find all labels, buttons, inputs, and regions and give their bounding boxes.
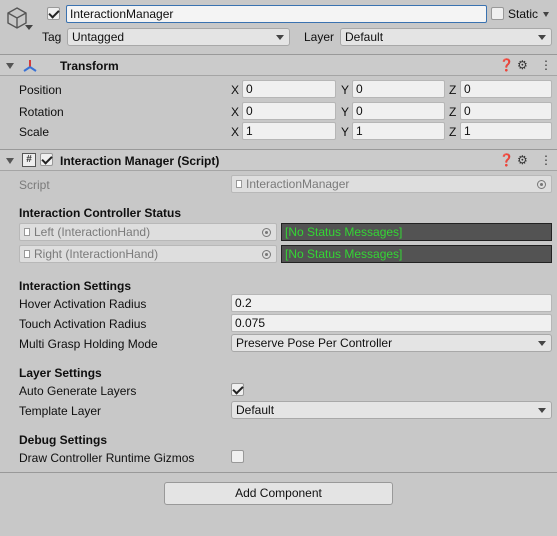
active-checkbox[interactable] (47, 7, 60, 20)
csharp-script-icon: # (22, 153, 36, 167)
row-label: Scale (19, 125, 50, 139)
scale-x-field[interactable]: 1 (242, 122, 336, 140)
script-enabled-checkbox[interactable] (40, 153, 53, 166)
rotation-x-field[interactable]: 0 (242, 102, 336, 120)
gizmos-checkbox[interactable] (231, 450, 244, 463)
template-layer-value: Default (236, 403, 275, 417)
tag-dropdown[interactable]: Untagged (67, 28, 290, 46)
row-label: Position (19, 83, 62, 97)
hover-radius-field[interactable]: 0.2 (231, 294, 552, 312)
axis-z-label[interactable]: Z (449, 125, 456, 139)
add-component-button[interactable]: Add Component (164, 482, 393, 505)
object-picker-icon[interactable] (537, 180, 546, 189)
touch-radius-field[interactable]: 0.075 (231, 314, 552, 332)
position-z-field[interactable]: 0 (460, 80, 552, 98)
layer-dropdown[interactable]: Default (340, 28, 552, 46)
rotation-y-field[interactable]: 0 (352, 102, 445, 120)
axis-y-label[interactable]: Y (341, 125, 349, 139)
left-controller-value: Left (InteractionHand) (34, 225, 151, 239)
chevron-down-icon (538, 408, 546, 413)
preset-sliders-icon[interactable]: ⚙ (517, 58, 528, 72)
right-status-box: [No Status Messages] (281, 245, 552, 263)
touch-radius-label: Touch Activation Radius (19, 317, 147, 331)
template-layer-label: Template Layer (19, 404, 102, 418)
script-label: Script (19, 178, 50, 192)
script-value: InteractionManager (246, 177, 350, 191)
icon-dropdown-arrow[interactable] (25, 25, 33, 30)
script-foldout-icon[interactable] (6, 158, 14, 164)
static-label[interactable]: Static (508, 7, 538, 21)
left-controller-field[interactable]: Left (InteractionHand) (19, 223, 277, 241)
component-separator (0, 472, 557, 473)
more-options-icon[interactable]: ⋮ (540, 153, 552, 167)
axis-x-label[interactable]: X (231, 83, 239, 97)
hover-radius-label: Hover Activation Radius (19, 297, 147, 311)
script-component-title: Interaction Manager (Script) (60, 154, 220, 168)
layer-settings-heading: Layer Settings (19, 366, 102, 380)
layer-value: Default (345, 30, 384, 44)
rotation-z-field[interactable]: 0 (460, 102, 552, 120)
help-icon[interactable]: ❓ (499, 153, 514, 167)
transform-foldout-icon[interactable] (6, 63, 14, 69)
axis-y-label[interactable]: Y (341, 105, 349, 119)
axis-z-label[interactable]: Z (449, 83, 456, 97)
left-status-box: [No Status Messages] (281, 223, 552, 241)
script-file-icon (236, 180, 242, 188)
auto-layers-checkbox[interactable] (231, 383, 244, 396)
debug-heading: Debug Settings (19, 433, 108, 447)
object-name-field[interactable]: InteractionManager (66, 5, 487, 23)
interaction-heading: Interaction Settings (19, 279, 132, 293)
transform-axes-icon (22, 58, 38, 74)
position-y-field[interactable]: 0 (352, 80, 445, 98)
controller-file-icon (24, 228, 30, 236)
help-icon[interactable]: ❓ (499, 58, 514, 72)
controller-file-icon (24, 250, 30, 258)
preset-sliders-icon[interactable]: ⚙ (517, 153, 528, 167)
position-x-field[interactable]: 0 (242, 80, 336, 98)
axis-x-label[interactable]: X (231, 125, 239, 139)
grasp-mode-dropdown[interactable]: Preserve Pose Per Controller (231, 334, 552, 352)
transform-title: Transform (60, 59, 119, 73)
layer-label: Layer (304, 30, 335, 44)
more-options-icon[interactable]: ⋮ (540, 58, 552, 72)
script-object-field[interactable]: InteractionManager (231, 175, 552, 193)
grasp-mode-label: Multi Grasp Holding Mode (19, 337, 158, 351)
template-layer-dropdown[interactable]: Default (231, 401, 552, 419)
scale-z-field[interactable]: 1 (460, 122, 552, 140)
status-heading: Interaction Controller Status (19, 206, 182, 220)
right-controller-value: Right (InteractionHand) (34, 247, 159, 261)
chevron-down-icon (538, 35, 546, 40)
gizmos-label: Draw Controller Runtime Gizmos (19, 451, 195, 465)
grasp-mode-value: Preserve Pose Per Controller (236, 336, 393, 350)
static-checkbox[interactable] (491, 7, 504, 20)
axis-x-label[interactable]: X (231, 105, 239, 119)
chevron-down-icon (538, 341, 546, 346)
tag-value: Untagged (72, 30, 125, 44)
axis-z-label[interactable]: Z (449, 105, 456, 119)
chevron-down-icon (276, 35, 284, 40)
right-controller-field[interactable]: Right (InteractionHand) (19, 245, 277, 263)
static-dropdown-arrow[interactable] (543, 12, 549, 17)
object-picker-icon[interactable] (262, 250, 271, 259)
object-picker-icon[interactable] (262, 228, 271, 237)
auto-layers-label: Auto Generate Layers (19, 384, 137, 398)
row-label: Rotation (19, 105, 64, 119)
tag-label: Tag (42, 30, 62, 44)
axis-y-label[interactable]: Y (341, 83, 349, 97)
scale-y-field[interactable]: 1 (352, 122, 445, 140)
